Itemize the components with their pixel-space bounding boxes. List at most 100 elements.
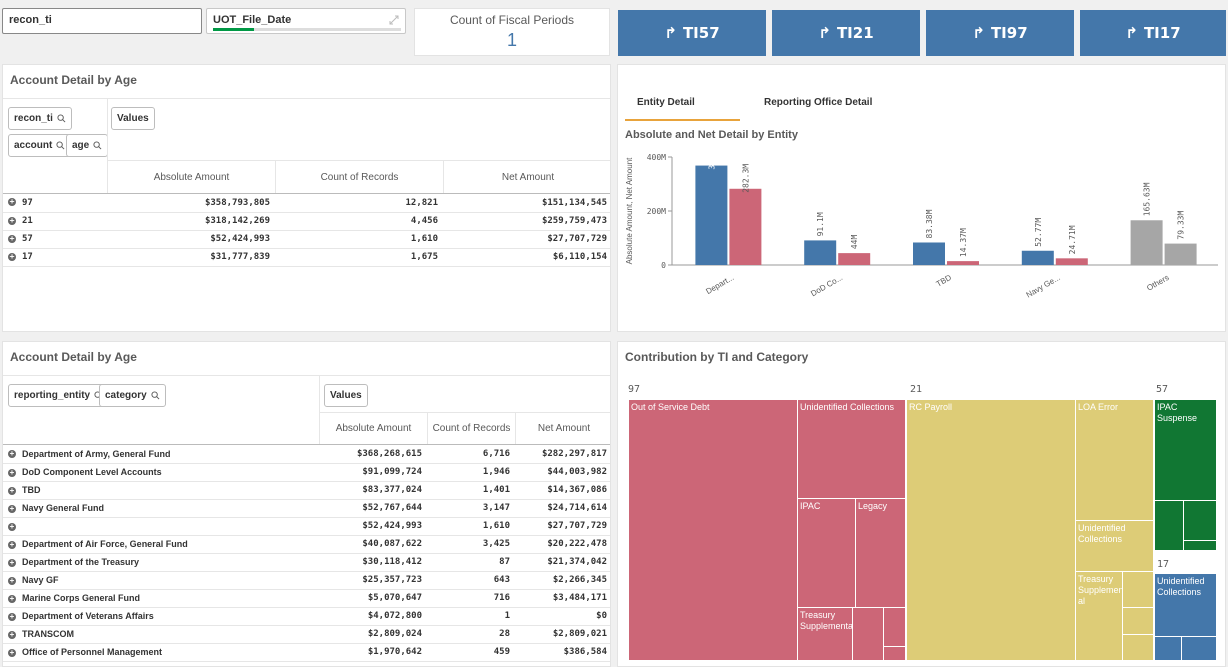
table-row[interactable]: + Office of Personnel Management $1,970,64…	[3, 643, 610, 662]
row-label: Department of Army, General Fund	[22, 448, 171, 459]
search-icon[interactable]	[151, 391, 160, 400]
cell-small-97-b[interactable]	[883, 607, 906, 647]
cell-label: Out of Service Debt	[631, 402, 710, 412]
cell-ipac[interactable]: IPAC	[797, 498, 856, 608]
ti21-button[interactable]: ↱ TI21	[772, 10, 920, 56]
pill-category[interactable]: category	[99, 384, 166, 407]
expand-icon[interactable]: +	[8, 504, 16, 513]
cell-small-17-a[interactable]	[1154, 636, 1182, 661]
expand-icon[interactable]: +	[8, 252, 16, 261]
cell-net: $151,134,545	[443, 194, 610, 213]
table-row[interactable]: +17 $31,777,839 1,675 $6,110,154	[3, 248, 610, 267]
ti57-button[interactable]: ↱ TI57	[618, 10, 766, 56]
cell-net: $2,266,345	[515, 571, 610, 590]
recon-ti-filter[interactable]: recon_ti	[2, 8, 202, 34]
expand-icon[interactable]: +	[8, 468, 16, 477]
search-icon[interactable]	[93, 141, 102, 150]
table-row[interactable]: +21 $318,142,269 4,456 $259,759,473	[3, 212, 610, 231]
cell-rc-payroll[interactable]: RC Payroll	[906, 399, 1076, 661]
pill-reporting-entity[interactable]: reporting_entity	[8, 384, 110, 407]
pill-values[interactable]: Values	[111, 107, 155, 130]
share-arrow-icon: ↱	[972, 24, 985, 42]
ti97-label: TI97	[990, 24, 1028, 42]
table-row[interactable]: + Navy GF $25,357,723 643 $2,266,345	[3, 571, 610, 590]
expand-icon[interactable]: +	[8, 450, 16, 459]
data-label: 52.77M	[1034, 218, 1043, 247]
row-label: TRANSCOM	[22, 629, 74, 639]
cell-ipac-suspense[interactable]: IPAC Suspense	[1154, 399, 1217, 501]
cell-small-97-a[interactable]	[852, 607, 884, 661]
expand-icon[interactable]: +	[8, 522, 16, 531]
cell-small-57-b[interactable]	[1183, 500, 1217, 541]
cell-net: $386,584	[515, 643, 610, 662]
cell-net: $0	[515, 607, 610, 626]
cell-small-57-c[interactable]	[1183, 540, 1217, 551]
data-label: 282.3M	[741, 164, 750, 193]
cell-unidentified-collections-97[interactable]: Unidentified Collections	[797, 399, 906, 499]
cell-label: LOA Error	[1078, 402, 1119, 412]
cell-unidentified-collections-17[interactable]: Unidentified Collections	[1154, 573, 1217, 637]
date-selection-fill	[213, 28, 255, 31]
table-row[interactable]: +97 $358,793,805 12,821 $151,134,545	[3, 194, 610, 213]
cell-count: 1	[427, 607, 515, 626]
cell-small-57-a[interactable]	[1154, 500, 1184, 551]
table-row[interactable]: + Department of the Treasury $30,118,412 87…	[3, 553, 610, 572]
table-row[interactable]: + DoD Component Level Accounts $91,099,724…	[3, 463, 610, 482]
expand-icon[interactable]: +	[8, 234, 16, 243]
data-label: 44M	[850, 234, 859, 249]
expand-icon[interactable]	[389, 15, 399, 25]
table-row[interactable]: + TRANSCOM $2,809,024 28 $2,809,021	[3, 625, 610, 644]
cell-small-17-b[interactable]	[1181, 636, 1217, 661]
expand-icon[interactable]: +	[8, 648, 16, 657]
expand-icon[interactable]: +	[8, 216, 16, 225]
cell-unidentified-collections-21[interactable]: Unidentified Collections	[1075, 520, 1154, 572]
tab-entity-detail[interactable]: Entity Detail	[625, 93, 740, 121]
table-row[interactable]: + Department of Veterans Affairs $4,072,80…	[3, 607, 610, 626]
table-row[interactable]: + Department of Air Force, General Fund $4…	[3, 535, 610, 554]
cell-abs: $2,809,024	[319, 625, 427, 644]
expand-icon[interactable]: +	[8, 576, 16, 585]
pill-label: account	[14, 140, 53, 151]
cell-small-97-c[interactable]	[883, 646, 906, 661]
cell-small-21-c[interactable]	[1122, 634, 1154, 661]
table-row[interactable]: + Marine Corps General Fund $5,070,647 716 $…	[3, 589, 610, 608]
cell-small-21-b[interactable]	[1122, 607, 1154, 635]
expand-icon[interactable]: +	[8, 630, 16, 639]
pill-label: Values	[117, 113, 149, 124]
tab-label: Reporting Office Detail	[764, 97, 873, 108]
cell-treasury-supplemental-97[interactable]: Treasury Supplemental	[797, 607, 853, 661]
pill-account[interactable]: account	[8, 134, 72, 157]
bar-chart: Absolute Amount, Net Amount 400M 200M 0 368.…	[625, 147, 1218, 300]
table-row[interactable]: +57 $52,424,993 1,610 $27,707,729	[3, 230, 610, 249]
expand-icon[interactable]: +	[8, 594, 16, 603]
row-label: Navy GF	[22, 575, 59, 585]
cell-count: 716	[427, 589, 515, 608]
expand-icon[interactable]: +	[8, 198, 16, 207]
expand-icon[interactable]: +	[8, 540, 16, 549]
table-row[interactable]: + Navy General Fund $52,767,644 3,147 $24,71…	[3, 499, 610, 518]
table-row[interactable]: + $52,424,993 1,610 $27,707,729	[3, 517, 610, 536]
uot-file-date-filter[interactable]: UOT_File_Date	[206, 8, 406, 34]
cell-count: 3,425	[427, 535, 515, 554]
expand-icon[interactable]: +	[8, 486, 16, 495]
search-icon[interactable]	[57, 114, 66, 123]
cell-out-of-service-debt[interactable]: Out of Service Debt	[628, 399, 798, 661]
ti17-button[interactable]: ↱ TI17	[1080, 10, 1226, 56]
pill-recon-ti[interactable]: recon_ti	[8, 107, 72, 130]
ti97-button[interactable]: ↱ TI97	[926, 10, 1074, 56]
cell-treasury-supplemental-21[interactable]: Treasury Supplement-al	[1075, 571, 1123, 661]
cell-loa-error[interactable]: LOA Error	[1075, 399, 1154, 521]
pill-values[interactable]: Values	[324, 384, 368, 407]
search-icon[interactable]	[56, 141, 65, 150]
bar-absolute	[1130, 220, 1163, 265]
expand-icon[interactable]: +	[8, 612, 16, 621]
pill-age[interactable]: age	[66, 134, 109, 157]
table-row[interactable]: + TBD $83,377,024 1,401 $14,367,086	[3, 481, 610, 500]
cell-small-21-a[interactable]	[1122, 571, 1154, 608]
expand-icon[interactable]: +	[8, 558, 16, 567]
table-row[interactable]: + Department of Army, General Fund $368,26…	[3, 445, 610, 464]
title-divider	[3, 375, 610, 376]
tab-reporting-office-detail[interactable]: Reporting Office Detail	[758, 93, 898, 121]
cell-abs: $30,118,412	[319, 553, 427, 572]
cell-legacy[interactable]: Legacy	[855, 498, 906, 608]
